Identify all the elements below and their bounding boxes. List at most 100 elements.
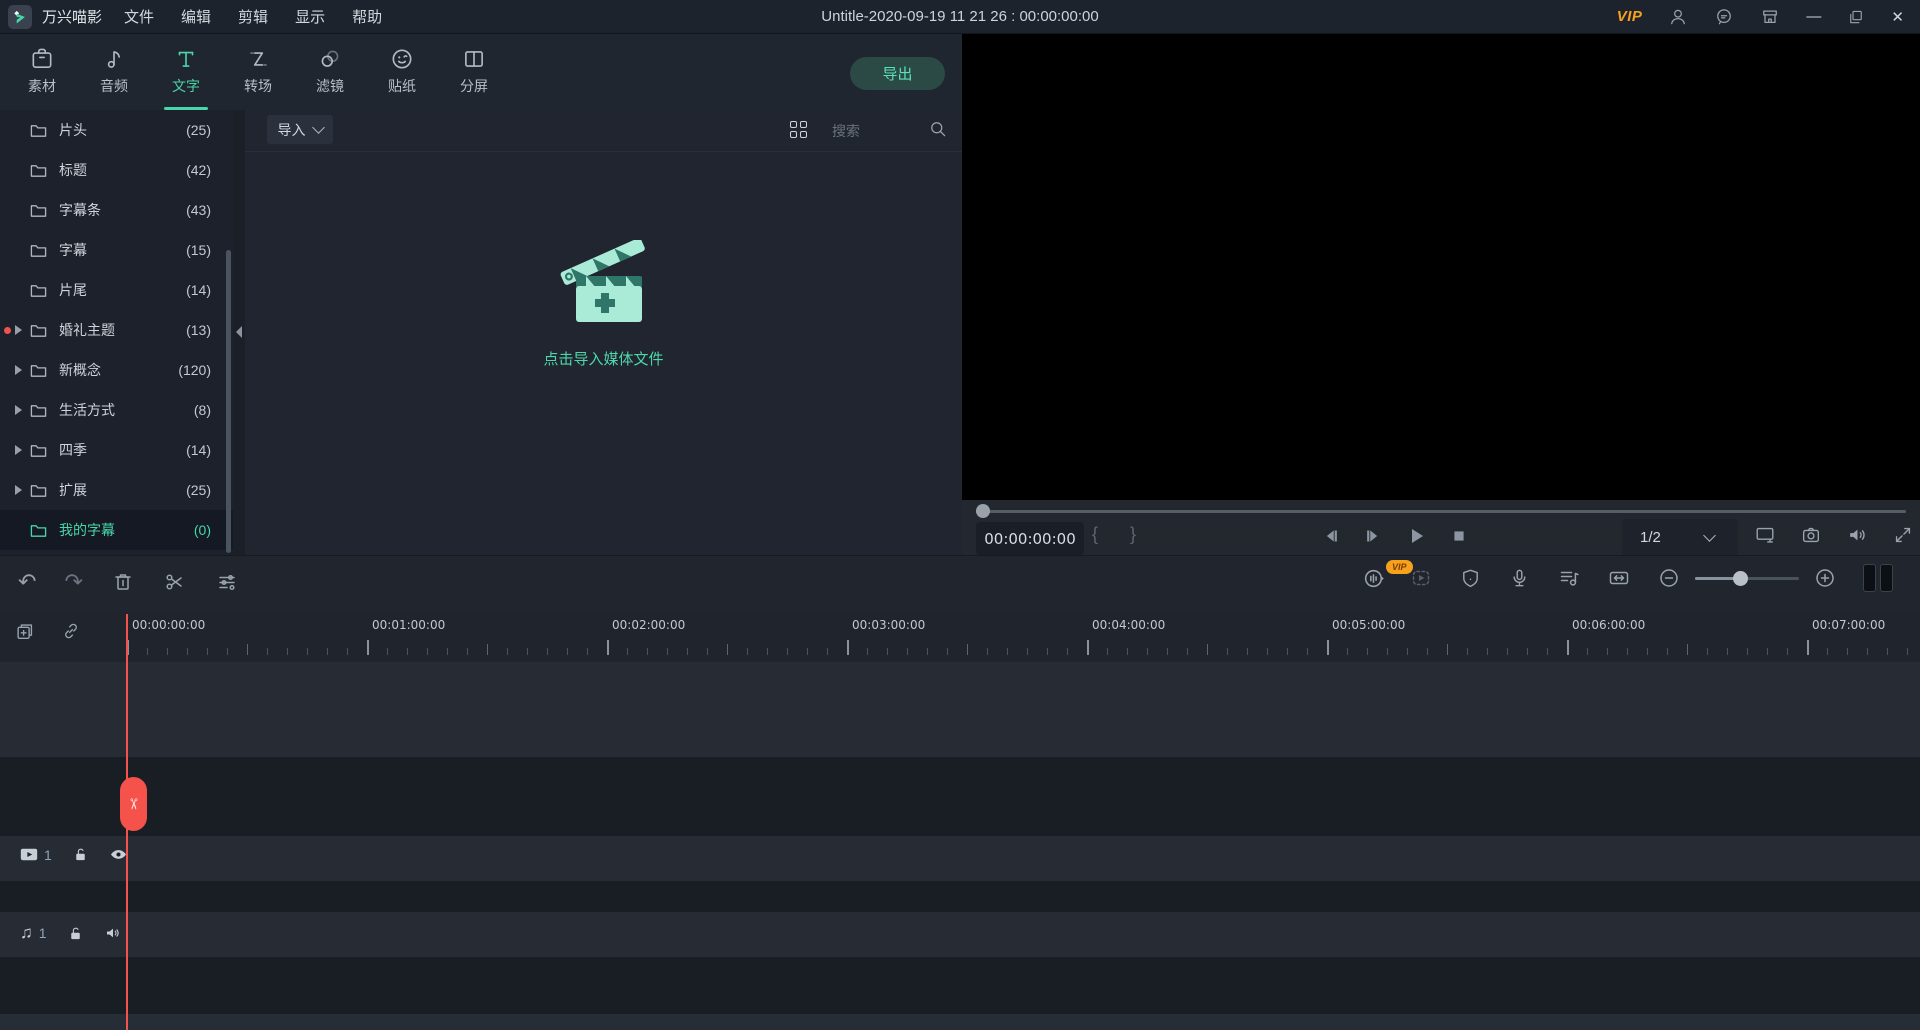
expand-arrow-icon[interactable]	[15, 485, 22, 495]
layout-toggle-icon[interactable]	[1863, 564, 1893, 592]
sidebar-item-6[interactable]: 新概念(120)	[0, 350, 233, 390]
seek-bar[interactable]	[976, 510, 1906, 513]
menu-item[interactable]: 显示	[295, 6, 325, 27]
ruler-tick	[1267, 648, 1268, 655]
timeline-empty-track-area[interactable]	[0, 662, 1920, 757]
vip-button[interactable]: VIP	[1617, 8, 1643, 25]
sidebar-item-10[interactable]: 我的字幕(0)	[0, 510, 233, 550]
restore-button[interactable]	[1847, 8, 1865, 26]
import-button[interactable]: 导入	[267, 115, 333, 144]
mark-out-icon[interactable]: }	[1130, 524, 1136, 545]
slider-handle[interactable]	[1733, 571, 1748, 586]
tab-text[interactable]: 文字	[150, 42, 222, 106]
mute-speaker-icon[interactable]	[104, 924, 122, 942]
ruler-tick	[527, 648, 528, 655]
category-label: 字幕	[59, 240, 87, 260]
seek-handle[interactable]	[976, 504, 990, 518]
import-media-dropzone[interactable]: 点击导入媒体文件	[245, 240, 962, 369]
sidebar-item-1[interactable]: 标题(42)	[0, 150, 233, 190]
fullscreen-icon[interactable]	[1892, 524, 1914, 546]
tab-filter[interactable]: 滤镜	[294, 42, 366, 106]
menu-item[interactable]: 帮助	[352, 6, 382, 27]
sidebar-item-0[interactable]: 片头(25)	[0, 110, 233, 150]
playhead-handle[interactable]: ✂	[120, 777, 147, 831]
menu-item[interactable]: 编辑	[181, 6, 211, 27]
minimize-button[interactable]: —	[1806, 8, 1821, 25]
account-icon[interactable]	[1668, 7, 1688, 27]
video-viewport[interactable]	[962, 34, 1920, 500]
category-label: 片尾	[59, 280, 87, 300]
display-device-icon[interactable]	[1754, 524, 1776, 546]
sidebar-item-9[interactable]: 扩展(25)	[0, 470, 233, 510]
sidebar-item-3[interactable]: 字幕(15)	[0, 230, 233, 270]
sidebar-item-4[interactable]: 片尾(14)	[0, 270, 233, 310]
category-count: (42)	[186, 162, 211, 178]
folder-icon	[30, 483, 47, 498]
timeline-ruler[interactable]: 00:00:00:0000:01:00:0000:02:00:0000:03:0…	[0, 612, 1920, 662]
sidebar-item-7[interactable]: 生活方式(8)	[0, 390, 233, 430]
filter-icon	[317, 46, 343, 72]
cut-scissors-icon[interactable]	[163, 570, 187, 594]
redo-icon[interactable]: ↷	[64, 569, 82, 595]
category-label: 新概念	[59, 360, 101, 380]
play-button[interactable]	[1404, 524, 1428, 548]
feedback-icon[interactable]	[1714, 7, 1734, 27]
sidebar-item-5[interactable]: 婚礼主题(13)	[0, 310, 233, 350]
tab-media[interactable]: 素材	[6, 42, 78, 106]
expand-arrow-icon[interactable]	[15, 325, 22, 335]
lock-icon[interactable]	[72, 846, 89, 863]
search-input[interactable]	[830, 118, 926, 144]
record-voiceover-icon[interactable]	[1508, 567, 1531, 590]
previous-frame-button[interactable]	[1320, 525, 1342, 547]
preview-quality-dropdown[interactable]: 1/2	[1622, 519, 1738, 555]
sidebar-item-2[interactable]: 字幕条(43)	[0, 190, 233, 230]
grid-view-icon[interactable]	[790, 121, 808, 139]
tab-transition[interactable]: 转场	[222, 42, 294, 106]
ruler-tick	[1747, 648, 1748, 655]
properties-icon[interactable]	[215, 570, 239, 594]
sidebar-scrollbar[interactable]	[226, 250, 231, 553]
tab-sticker[interactable]: 贴纸	[366, 42, 438, 106]
video-track-lane[interactable]	[0, 836, 1920, 881]
audio-track-icon: ♫	[20, 923, 33, 943]
add-track-icon[interactable]	[14, 620, 36, 642]
eye-icon[interactable]	[109, 845, 128, 864]
tab-audio[interactable]: 音频	[78, 42, 150, 106]
audio-mixer-icon[interactable]	[1557, 566, 1581, 590]
mark-in-icon[interactable]: {	[1092, 524, 1098, 545]
undo-icon[interactable]: ↶	[18, 569, 36, 595]
timeline-hscrollbar[interactable]	[0, 1014, 1920, 1030]
export-button[interactable]: 导出	[850, 57, 945, 90]
ruler-tick	[947, 648, 948, 655]
sidebar-item-8[interactable]: 四季(14)	[0, 430, 233, 470]
expand-arrow-icon[interactable]	[15, 445, 22, 455]
zoom-in-icon[interactable]	[1813, 566, 1837, 590]
next-frame-button[interactable]	[1362, 525, 1384, 547]
zoom-out-icon[interactable]	[1657, 566, 1681, 590]
volume-icon[interactable]	[1846, 524, 1868, 546]
audio-track-lane[interactable]	[0, 912, 1920, 957]
store-icon[interactable]	[1760, 7, 1780, 27]
beat-detection-icon[interactable]: VIP	[1362, 566, 1387, 591]
transition-icon	[245, 46, 271, 72]
expand-arrow-icon[interactable]	[15, 365, 22, 375]
render-preview-icon[interactable]	[1409, 566, 1433, 590]
delete-icon[interactable]	[111, 570, 135, 594]
menu-item[interactable]: 文件	[124, 6, 154, 27]
close-button[interactable]: ✕	[1891, 8, 1904, 26]
search-icon[interactable]	[928, 119, 948, 139]
ruler-tick	[227, 648, 228, 655]
ruler-tick	[1027, 648, 1028, 655]
menu-item[interactable]: 剪辑	[238, 6, 268, 27]
ruler-tick	[687, 648, 688, 655]
expand-arrow-icon[interactable]	[15, 405, 22, 415]
stop-button[interactable]	[1448, 525, 1470, 547]
zoom-to-fit-icon[interactable]	[1607, 566, 1631, 590]
snapshot-camera-icon[interactable]	[1800, 524, 1822, 546]
shield-icon[interactable]	[1459, 567, 1482, 590]
lock-icon[interactable]	[67, 925, 84, 942]
collapse-sidebar-icon[interactable]	[236, 326, 242, 338]
timeline-zoom-slider[interactable]	[1695, 577, 1799, 580]
auto-ripple-link-icon[interactable]	[60, 620, 82, 642]
tab-splitscreen[interactable]: 分屏	[438, 42, 510, 106]
